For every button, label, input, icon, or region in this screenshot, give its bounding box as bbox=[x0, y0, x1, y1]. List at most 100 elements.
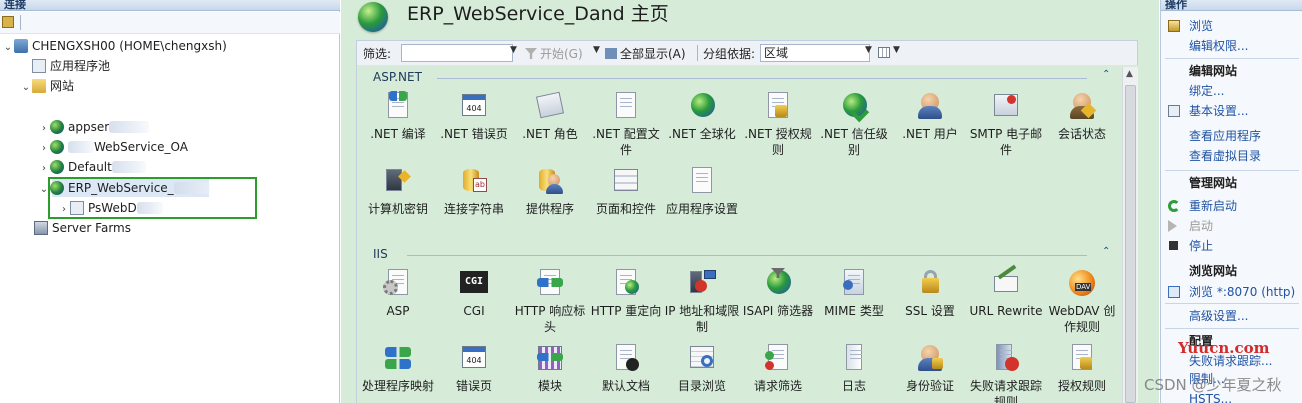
expand-icon[interactable]: › bbox=[38, 119, 50, 139]
tree-node-site3[interactable]: › Default bbox=[38, 157, 146, 177]
modules-arrow-icon bbox=[537, 353, 563, 361]
feature-ssl-settings[interactable]: SSL 设置 bbox=[891, 268, 969, 342]
tree-node-server[interactable]: ⌄ CHENGXSH00 (HOME\chengxsh) bbox=[2, 36, 227, 56]
feature-error-pages[interactable]: 404 错误页 bbox=[435, 343, 513, 403]
feature-ip-domain-restrictions[interactable]: IP 地址和域限制 bbox=[663, 268, 741, 342]
feature-label: HTTP 响应标头 bbox=[514, 304, 586, 334]
feature-net-profile[interactable]: .NET 配置文件 bbox=[587, 91, 665, 165]
site-globe-icon bbox=[50, 160, 64, 174]
feature-request-filtering[interactable]: 请求筛选 bbox=[739, 343, 817, 403]
action-basic-settings[interactable]: 基本设置... bbox=[1189, 103, 1248, 119]
feature-pages-controls[interactable]: 页面和控件 bbox=[587, 166, 665, 240]
selection-annotation-box bbox=[48, 177, 257, 219]
feature-cgi[interactable]: CGI CGI bbox=[435, 268, 513, 342]
feature-failed-request-tracing[interactable]: 失败请求跟踪规则 bbox=[967, 343, 1045, 403]
scrollbar-thumb[interactable] bbox=[1125, 85, 1136, 403]
feature-default-document[interactable]: 默认文档 bbox=[587, 343, 665, 403]
page-title: ERP_WebService_Dand 主页 bbox=[407, 3, 669, 25]
action-advanced-settings[interactable]: 高级设置... bbox=[1189, 308, 1248, 324]
feature-label: IP 地址和域限制 bbox=[664, 304, 740, 334]
tree-node-farms[interactable]: Server Farms bbox=[34, 218, 131, 238]
group-by-dropdown-icon[interactable]: ▼ bbox=[865, 45, 872, 55]
feature-machine-key[interactable]: 计算机密钥 bbox=[359, 166, 437, 240]
feature-label: CGI bbox=[463, 304, 485, 318]
feature-label: 失败请求跟踪规则 bbox=[969, 379, 1042, 403]
connect-icon[interactable] bbox=[2, 16, 14, 28]
feature-mime-types[interactable]: MIME 类型 bbox=[815, 268, 893, 342]
cgi-icon: CGI bbox=[460, 271, 488, 293]
action-browse[interactable]: 浏览 bbox=[1189, 18, 1213, 34]
filter-dropdown-icon[interactable]: ▼ bbox=[510, 45, 517, 55]
section-browse-site: 浏览网站 bbox=[1189, 264, 1238, 278]
feature-authorization-rules[interactable]: 授权规则 bbox=[1043, 343, 1121, 403]
feature-http-response-headers[interactable]: HTTP 响应标头 bbox=[511, 268, 589, 342]
feature-authentication[interactable]: 身份验证 bbox=[891, 343, 969, 403]
feature-net-users[interactable]: .NET 用户 bbox=[891, 91, 969, 165]
feature-net-trust-levels[interactable]: .NET 信任级别 bbox=[815, 91, 893, 165]
feature-net-roles[interactable]: .NET 角色 bbox=[511, 91, 589, 165]
roles-icon bbox=[535, 91, 565, 119]
feature-net-globalization[interactable]: .NET 全球化 bbox=[663, 91, 741, 165]
feature-net-error-pages[interactable]: 404 .NET 错误页 bbox=[435, 91, 513, 165]
connections-pane: 连接 ⌄ CHENGXSH00 (HOME\chengxsh) 应用程序池 ⌄ 网站… bbox=[0, 0, 340, 403]
action-view-virtual-directories[interactable]: 查看虚拟目录 bbox=[1189, 148, 1261, 164]
start-dropdown-icon[interactable]: ▼ bbox=[593, 45, 600, 55]
feature-list: ASP.NET ⌃ .NET 编译 404 .NET 错误页 .NET 角色 .N… bbox=[356, 65, 1138, 403]
view-dropdown-icon[interactable]: ▼ bbox=[893, 45, 900, 55]
collapse-chevron-icon[interactable]: ⌃ bbox=[1102, 69, 1110, 80]
feature-url-rewrite[interactable]: URL Rewrite bbox=[967, 264, 1045, 342]
expand-icon[interactable]: › bbox=[38, 139, 50, 159]
feature-net-compilation[interactable]: .NET 编译 bbox=[359, 91, 437, 165]
feature-asp[interactable]: ASP bbox=[359, 268, 437, 342]
tree-node-sites[interactable]: ⌄ 网站 bbox=[20, 76, 74, 96]
vertical-scrollbar[interactable]: ▲ bbox=[1122, 67, 1138, 403]
feature-http-redirect[interactable]: HTTP 重定向 bbox=[587, 268, 665, 342]
provider-body-icon bbox=[546, 184, 563, 194]
show-all-button[interactable]: 全部显示(A) bbox=[605, 45, 686, 62]
view-mode-icon[interactable] bbox=[878, 47, 890, 58]
feature-handler-mappings[interactable]: 处理程序映射 bbox=[359, 343, 437, 403]
action-start[interactable]: 启动 bbox=[1189, 218, 1213, 234]
feature-net-authorization[interactable]: .NET 授权规则 bbox=[739, 91, 817, 165]
collapse-chevron-icon[interactable]: ⌃ bbox=[1102, 246, 1110, 257]
group-header-iis[interactable]: IIS ⌃ bbox=[357, 244, 1119, 264]
feature-logging[interactable]: 日志 bbox=[815, 343, 893, 403]
error-badge-icon bbox=[1005, 357, 1019, 371]
server-farm-icon bbox=[34, 221, 48, 235]
action-view-applications[interactable]: 查看应用程序 bbox=[1189, 128, 1261, 144]
tree-label-site3: Default bbox=[68, 160, 112, 174]
action-restart[interactable]: 重新启动 bbox=[1189, 198, 1237, 214]
redaction-blur bbox=[111, 161, 146, 173]
feature-session-state[interactable]: 会话状态 bbox=[1043, 91, 1121, 165]
expand-icon[interactable]: › bbox=[38, 159, 50, 179]
feature-app-settings[interactable]: 应用程序设置 bbox=[663, 166, 741, 240]
url-rewrite-icon bbox=[994, 276, 1018, 292]
feature-smtp-email[interactable]: SMTP 电子邮件 bbox=[967, 91, 1045, 165]
tree-node-site1[interactable]: › appser bbox=[38, 117, 150, 139]
tree-node-app-pools[interactable]: 应用程序池 bbox=[32, 56, 110, 76]
tree-node-site2[interactable]: › WebService_OA bbox=[38, 137, 188, 157]
site-globe-icon bbox=[50, 120, 64, 134]
feature-label: SMTP 电子邮件 bbox=[969, 127, 1043, 157]
group-header-aspnet[interactable]: ASP.NET ⌃ bbox=[357, 67, 1119, 87]
collapse-icon[interactable]: ⌄ bbox=[2, 38, 14, 58]
feature-webdav-authoring[interactable]: WebDAV 创作规则 bbox=[1043, 268, 1121, 342]
filter-input[interactable] bbox=[401, 44, 513, 62]
padlock-icon bbox=[922, 278, 939, 293]
feature-connection-strings[interactable]: ab 连接字符串 bbox=[435, 166, 513, 240]
feature-providers[interactable]: 提供程序 bbox=[511, 166, 589, 240]
start-filter-label: 开始(G) bbox=[540, 47, 583, 61]
action-edit-permissions[interactable]: 编辑权限... bbox=[1189, 38, 1248, 54]
feature-directory-browsing[interactable]: 目录浏览 bbox=[663, 343, 741, 403]
feature-isapi-filters[interactable]: ISAPI 筛选器 bbox=[739, 268, 817, 342]
action-browse-8070[interactable]: 浏览 *:8070 (http) bbox=[1189, 284, 1295, 300]
section-divider bbox=[1165, 328, 1299, 329]
action-bindings[interactable]: 绑定... bbox=[1189, 83, 1224, 99]
feature-modules[interactable]: 模块 bbox=[511, 343, 589, 403]
user-body-icon bbox=[918, 106, 942, 119]
group-by-select[interactable]: 区域 bbox=[760, 44, 870, 62]
start-filter-button[interactable]: 开始(G) bbox=[525, 45, 583, 62]
action-stop[interactable]: 停止 bbox=[1189, 238, 1213, 254]
scroll-up-icon[interactable]: ▲ bbox=[1126, 69, 1133, 79]
collapse-icon[interactable]: ⌄ bbox=[20, 78, 32, 98]
